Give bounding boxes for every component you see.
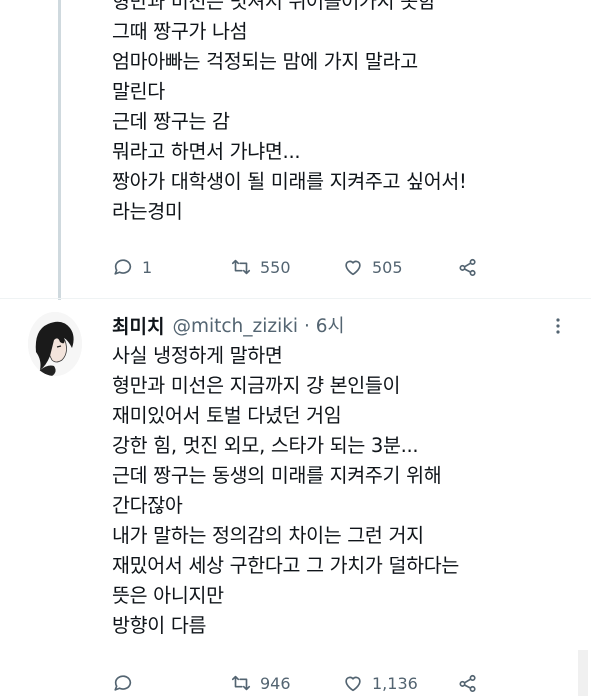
retweet-icon (231, 259, 251, 275)
tweet-1-text: 형만과 미선은 멋져서 뛰어들어가지 못함 그때 짱구가 나섬 엄마아빠는 걱정… (112, 0, 582, 227)
retweet-icon (231, 675, 251, 691)
reply-button[interactable]: 1 (112, 256, 152, 278)
tweet-2-line: 강한 힘, 멋진 외모, 스타가 되는 3분... (112, 434, 419, 457)
tweet-2-line: 근데 짱구는 동생의 미래를 지켜주기 위해 (112, 464, 442, 487)
like-button[interactable]: 1,136 (342, 672, 418, 694)
avatar-illustration (28, 312, 82, 376)
avatar[interactable] (28, 312, 82, 376)
like-count: 1,136 (372, 673, 418, 693)
share-button[interactable] (457, 672, 479, 694)
more-dots-icon (556, 318, 560, 334)
tweet-1-line: 말린다 (112, 80, 165, 103)
tweet-1-line: 뭐라고 하면서 가냐면... (112, 140, 301, 163)
share-icon (459, 258, 476, 276)
tweet-1-line: 근데 짱구는 감 (112, 110, 230, 133)
heart-icon (345, 676, 361, 692)
heart-icon (345, 260, 361, 276)
thread-connector-line (58, 0, 61, 300)
retweet-button[interactable]: 946 (230, 672, 291, 694)
tweet-1-line: 그때 짱구가 나섬 (112, 20, 248, 43)
tweet-1-line: 엄마아빠는 걱정되는 맘에 가지 말라고 (112, 50, 418, 73)
speech-bubble-icon (114, 675, 132, 691)
tweet-1-line: 형만과 미선은 멋져서 뛰어들어가지 못함 (112, 0, 436, 13)
retweet-button[interactable]: 550 (230, 256, 291, 278)
tweet-2-line: 간다잖아 (112, 494, 183, 517)
retweet-count: 550 (260, 257, 291, 277)
tweet-1-actions: 1 550 505 (112, 256, 582, 280)
tweet-2-actions: 946 1,136 (112, 672, 582, 696)
scrollbar[interactable] (578, 650, 588, 696)
tweet-1-line: 라는경미 (112, 200, 183, 223)
speech-bubble-icon (114, 259, 132, 275)
tweet-2-line: 재밌어서 세상 구한다고 그 가치가 덜하다는 (112, 554, 460, 577)
more-options-button[interactable] (543, 316, 573, 336)
reply-count: 1 (142, 257, 153, 277)
like-count: 505 (372, 257, 403, 277)
tweet-2-line: 형만과 미선은 지금까지 걍 본인들이 (112, 374, 401, 397)
reply-button[interactable] (112, 672, 142, 694)
tweet-2-line: 방향이 다름 (112, 614, 207, 637)
share-icon (459, 674, 476, 692)
tweet-2-text: 사실 냉정하게 말하면 형만과 미선은 지금까지 걍 본인들이 재미있어서 토벌… (112, 341, 582, 641)
author-name[interactable]: 최미치 (112, 312, 164, 339)
tweet-2-line: 사실 냉정하게 말하면 (112, 344, 283, 367)
tweet-divider (0, 298, 591, 299)
tweet-1-line: 짱아가 대학생이 될 미래를 지켜주고 싶어서! (112, 170, 467, 193)
tweet-2-line: 재미있어서 토벌 다녔던 거임 (112, 404, 342, 427)
tweet-2-header: 최미치 @mitch_ziziki · 6시 (112, 312, 572, 338)
author-handle-time[interactable]: @mitch_ziziki · 6시 (172, 312, 344, 338)
like-button[interactable]: 505 (342, 256, 403, 278)
tweet-2-line: 뜻은 아니지만 (112, 584, 224, 607)
tweet-2-line: 내가 말하는 정의감의 차이는 그런 거지 (112, 524, 424, 547)
retweet-count: 946 (260, 673, 291, 693)
share-button[interactable] (457, 256, 479, 278)
